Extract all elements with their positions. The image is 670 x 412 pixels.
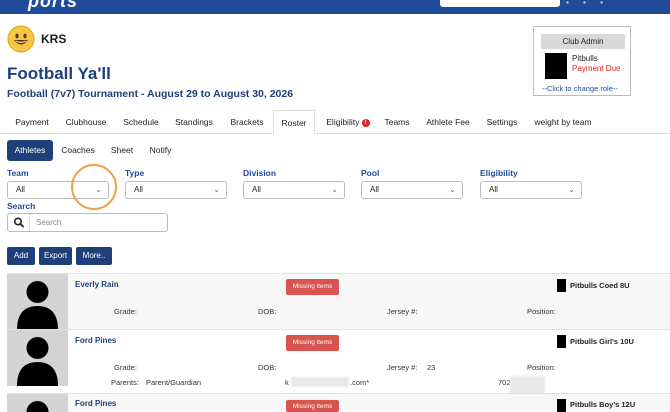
athlete-row[interactable]: Ford Pines Missing items Pitbulls Girl's… [7,329,670,394]
division-filter-label: Division [243,168,277,178]
top-nav-bar: ports ▪ ▪ ▪ [0,0,670,14]
division-filter-value: All [252,185,261,194]
search-icon [14,217,24,228]
tab-eligibility-label: Eligibility [326,117,360,127]
phone-redacted [510,376,545,394]
club-logo [545,53,567,79]
club-admin-panel: Club Admin Pitbulls Payment Due --Click … [533,26,631,96]
alert-badge-icon: ! [361,119,370,127]
dob-label: DOB: [258,363,277,372]
email-end: .com* [350,378,370,387]
team-name: Pitbulls Boy's 12U [570,400,636,409]
tab-roster[interactable]: Roster [273,110,315,134]
tab-schedule[interactable]: Schedule [118,110,164,134]
chevron-down-icon: ⌄ [568,185,575,194]
team-name: Pitbulls Coed 8U [570,281,630,290]
main-tabs: Payment Clubhouse Schedule Standings Bra… [0,110,670,134]
email-start[interactable]: k [285,378,289,387]
search-icon-box[interactable] [8,214,30,231]
missing-items-badge[interactable]: Missing items [286,335,339,351]
team-logo [557,399,566,412]
dob-label: DOB: [258,307,277,316]
athlete-name[interactable]: Everly Rain [75,280,119,289]
export-button[interactable]: Export [39,247,72,265]
chevron-down-icon: ⌄ [213,185,220,194]
team-name: Pitbulls Girl's 10U [570,337,634,346]
page-title: Football Ya'll [7,64,111,83]
grade-label: Grade: [114,307,137,316]
eligibility-filter-value: All [489,185,498,194]
smiley-face-icon [7,25,35,53]
chevron-down-icon: ⌄ [449,185,456,194]
global-search-box[interactable] [440,0,560,7]
avatar [7,394,68,412]
club-admin-header: Club Admin [541,34,625,49]
tab-eligibility[interactable]: Eligibility ! [320,110,376,134]
athlete-name[interactable]: Ford Pines [75,336,116,345]
subtab-athletes[interactable]: Athletes [7,140,53,161]
person-silhouette-icon [17,337,58,386]
position-label: Position: [527,363,556,372]
type-filter-value: All [134,185,143,194]
team-filter-value: All [16,185,25,194]
event-subtitle: Football (7v7) Tournament - August 29 to… [7,88,294,100]
eligibility-filter-label: Eligibility [480,168,518,178]
search-field [7,213,168,232]
tab-settings[interactable]: Settings [482,110,522,134]
parents-label: Parents: [111,378,139,387]
org-name: KRS [41,32,67,46]
type-filter-select[interactable]: All ⌄ [125,181,227,199]
team-logo [557,335,566,348]
subtab-coaches[interactable]: Coaches [57,140,99,161]
eligibility-filter-select[interactable]: All ⌄ [480,181,582,199]
position-label: Position: [527,307,556,316]
person-silhouette-icon [26,401,49,412]
missing-items-badge[interactable]: Missing items [286,279,339,295]
tab-teams[interactable]: Teams [380,110,414,134]
phone-start: 702 [498,378,511,387]
brand-logo[interactable]: ports [28,0,78,12]
tab-clubhouse[interactable]: Clubhouse [59,110,113,134]
team-logo [557,279,566,292]
athlete-row[interactable]: Everly Rain Missing items Pitbulls Coed … [7,273,670,330]
jersey-label: Jersey #: [387,363,418,372]
more-button[interactable]: More.. [76,247,112,265]
pool-filter-value: All [370,185,379,194]
pool-filter-select[interactable]: All ⌄ [361,181,463,199]
parents-value: Parent/Guardian [146,378,202,387]
athlete-name[interactable]: Ford Pines [75,399,116,408]
chevron-down-icon: ⌄ [331,185,338,194]
payment-due-status[interactable]: Payment Due [572,64,620,73]
avatar [7,330,68,386]
tab-brackets[interactable]: Brackets [224,110,270,134]
tab-standings[interactable]: Standings [170,110,218,134]
focus-highlight-ring [71,164,117,210]
jersey-number: 23 [427,363,436,372]
tab-athlete-fee[interactable]: Athlete Fee [422,110,474,134]
nav-links-cropped: ▪ ▪ ▪ [566,0,609,7]
subtab-notify[interactable]: Notify [144,140,177,161]
club-name: Pitbulls [572,54,598,63]
change-role-link[interactable]: --Click to change role-- [542,84,618,93]
type-filter-label: Type [125,168,145,178]
org-header: KRS [7,25,66,53]
tab-payment[interactable]: Payment [10,110,54,134]
add-button[interactable]: Add [7,247,35,265]
grade-label: Grade: [114,363,137,372]
athlete-row[interactable]: Ford Pines Missing items Pitbulls Boy's … [7,393,670,412]
search-input[interactable] [36,216,164,229]
division-filter-select[interactable]: All ⌄ [243,181,345,199]
email-redacted [291,377,349,387]
missing-items-badge[interactable]: Missing items [286,400,339,412]
avatar [7,274,68,330]
subtab-sheet[interactable]: Sheet [105,140,139,161]
tab-weight-by-team[interactable]: weight by team [531,110,595,134]
search-label: Search [7,201,36,211]
pool-filter-label: Pool [361,168,380,178]
person-silhouette-icon [17,281,58,330]
jersey-label: Jersey #: [387,307,418,316]
team-filter-label: Team [7,168,29,178]
